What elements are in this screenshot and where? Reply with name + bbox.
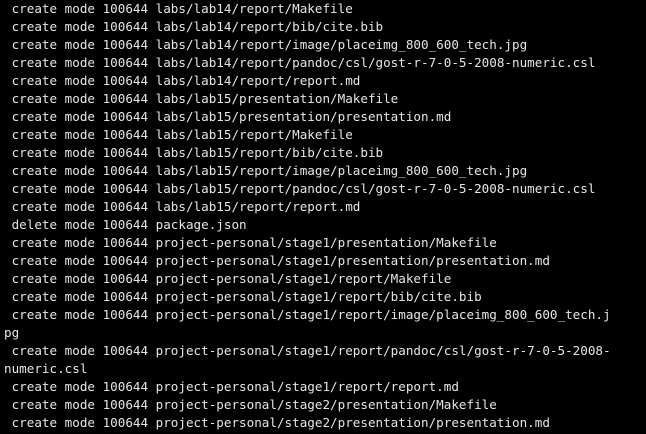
terminal-line: create mode 100644 labs/lab14/report/ima… <box>4 37 528 52</box>
terminal-line: create mode 100644 labs/lab14/report/pan… <box>4 55 596 70</box>
terminal-line: create mode 100644 labs/lab14/report/rep… <box>4 73 361 88</box>
terminal-line: create mode 100644 project-personal/stag… <box>4 289 482 304</box>
terminal-line: create mode 100644 labs/lab15/report/ima… <box>4 163 528 178</box>
terminal-line: create mode 100644 project-personal/stag… <box>4 397 497 412</box>
terminal-line: numeric.csl <box>4 361 88 376</box>
terminal-line: create mode 100644 project-personal/stag… <box>4 271 452 286</box>
terminal-window[interactable]: create mode 100644 labs/lab14/report/Mak… <box>0 0 646 434</box>
terminal-line: create mode 100644 labs/lab15/presentati… <box>4 109 452 124</box>
terminal-line: create mode 100644 labs/lab14/report/Mak… <box>4 1 353 16</box>
terminal-line: delete mode 100644 package.json <box>4 217 247 232</box>
terminal-line: create mode 100644 project-personal/stag… <box>4 307 611 322</box>
terminal-line: create mode 100644 project-personal/stag… <box>4 415 550 430</box>
terminal-line: create mode 100644 project-personal/stag… <box>4 379 459 394</box>
terminal-line: create mode 100644 project-personal/stag… <box>4 343 611 358</box>
terminal-line: create mode 100644 labs/lab15/report/rep… <box>4 199 361 214</box>
terminal-line: create mode 100644 project-personal/stag… <box>4 235 497 250</box>
terminal-line: create mode 100644 labs/lab15/presentati… <box>4 91 399 106</box>
terminal-line: create mode 100644 project-personal/stag… <box>4 253 550 268</box>
terminal-line: create mode 100644 labs/lab15/report/Mak… <box>4 127 353 142</box>
terminal-line: create mode 100644 labs/lab15/report/pan… <box>4 181 596 196</box>
terminal-line: create mode 100644 labs/lab15/report/bib… <box>4 145 384 160</box>
terminal-line: pg <box>4 325 20 340</box>
terminal-line: create mode 100644 labs/lab14/report/bib… <box>4 19 384 34</box>
